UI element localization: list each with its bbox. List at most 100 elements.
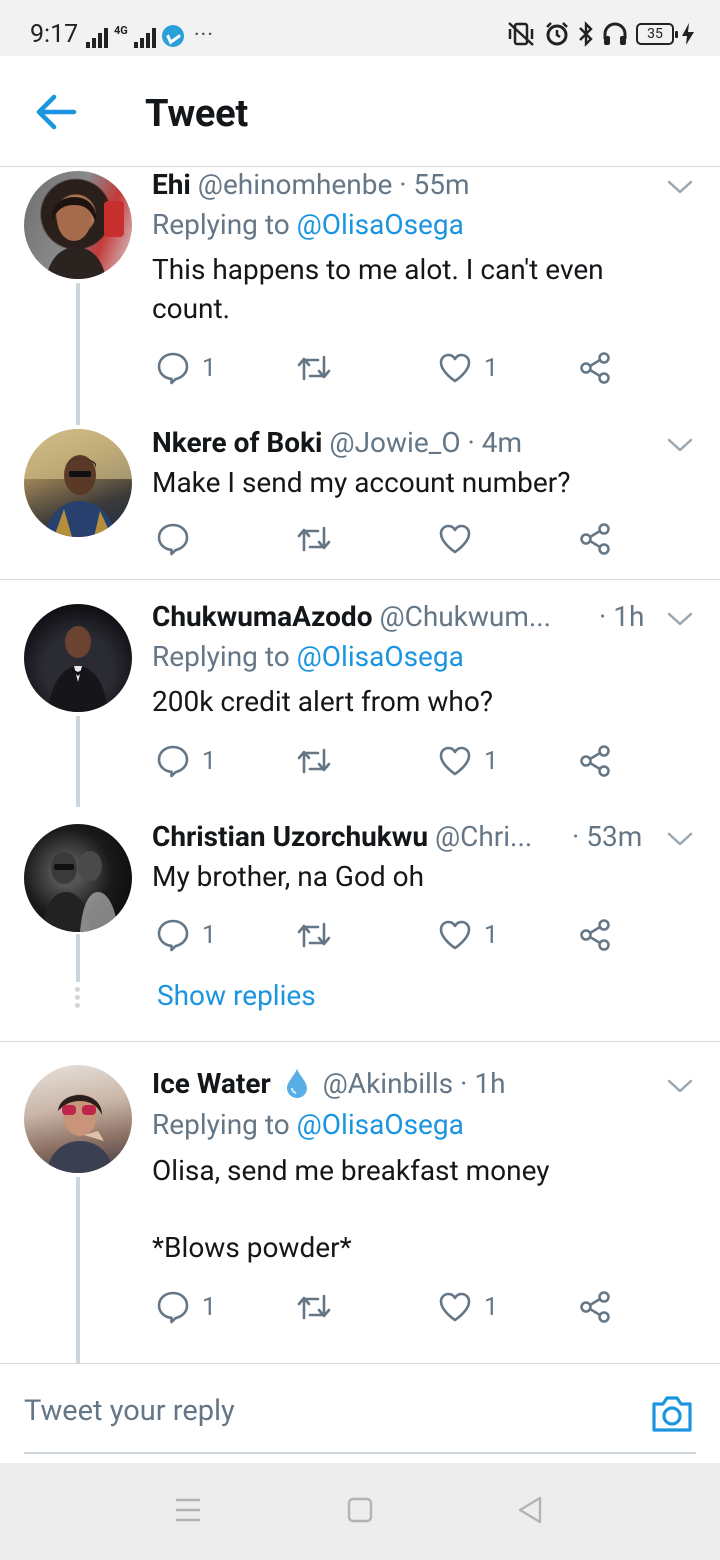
more-notifications-icon: ··· bbox=[193, 23, 215, 48]
avatar[interactable] bbox=[24, 171, 132, 279]
retweet-button[interactable] bbox=[296, 519, 332, 559]
replying-to-label: Replying to bbox=[152, 208, 297, 241]
reply-button[interactable]: 1 bbox=[156, 1287, 216, 1327]
retweet-icon bbox=[297, 526, 331, 552]
reply-composer: Tweet your reply bbox=[0, 1363, 720, 1463]
mention-link[interactable]: @OlisaOsega bbox=[297, 1108, 464, 1141]
avatar-photo bbox=[46, 196, 124, 279]
like-count: 1 bbox=[484, 353, 499, 383]
show-replies-link[interactable]: Show replies bbox=[157, 979, 316, 1012]
tweet-christian-uzorchukwu[interactable]: Christian Uzorchukwu @Chri... · 53m My b… bbox=[0, 807, 720, 1041]
replying-to: Replying to @OlisaOsega bbox=[152, 639, 464, 675]
author-handle[interactable]: @Jowie_O bbox=[329, 426, 460, 459]
battery-icon: 35 bbox=[636, 23, 678, 45]
avatar[interactable] bbox=[24, 824, 132, 932]
retweet-button[interactable] bbox=[296, 348, 332, 388]
retweet-button[interactable] bbox=[296, 741, 332, 781]
share-button[interactable] bbox=[578, 1287, 612, 1327]
chevron-down-icon[interactable] bbox=[666, 609, 694, 629]
status-time: 9:17 bbox=[30, 20, 79, 49]
like-button[interactable]: 1 bbox=[438, 741, 498, 781]
reply-button[interactable]: 1 bbox=[156, 741, 216, 781]
share-button[interactable] bbox=[578, 741, 612, 781]
chevron-down-icon[interactable] bbox=[666, 435, 694, 455]
replying-to: Replying to @OlisaOsega bbox=[152, 207, 464, 243]
author-name[interactable]: Ehi bbox=[152, 168, 191, 201]
like-count: 1 bbox=[484, 920, 499, 950]
chevron-down-icon[interactable] bbox=[666, 1076, 694, 1096]
reply-button[interactable]: 1 bbox=[156, 915, 216, 955]
chevron-down-icon[interactable] bbox=[666, 177, 694, 197]
share-icon bbox=[580, 745, 610, 777]
like-button[interactable]: 1 bbox=[438, 1287, 498, 1327]
back-arrow-icon[interactable] bbox=[34, 92, 78, 132]
back-icon[interactable] bbox=[516, 1495, 544, 1525]
tweet-text-line-1: Olisa, send me breakfast money bbox=[152, 1154, 550, 1187]
retweet-icon bbox=[297, 1294, 331, 1320]
like-button[interactable] bbox=[438, 519, 484, 559]
heart-icon bbox=[439, 746, 471, 776]
author-handle[interactable]: @ehinomhenbe bbox=[198, 168, 393, 201]
reply-button[interactable]: 1 bbox=[156, 348, 216, 388]
share-icon bbox=[580, 523, 610, 555]
system-nav-bar bbox=[0, 1463, 720, 1560]
avatar[interactable] bbox=[24, 604, 132, 712]
tweet-time: · 53m bbox=[572, 820, 643, 853]
input-underline bbox=[24, 1452, 696, 1454]
thread-line bbox=[76, 1177, 80, 1363]
reply-button[interactable] bbox=[156, 519, 202, 559]
author-name[interactable]: Ice Water bbox=[152, 1067, 271, 1100]
share-button[interactable] bbox=[578, 348, 612, 388]
retweet-button[interactable] bbox=[296, 1287, 332, 1327]
avatar[interactable] bbox=[24, 429, 132, 537]
tweet-nkere-of-boki[interactable]: Nkere of Boki @Jowie_O · 4m Make I send … bbox=[0, 425, 720, 579]
tweet-text: 200k credit alert from who? bbox=[152, 685, 494, 718]
mention-link[interactable]: @OlisaOsega bbox=[297, 208, 464, 241]
author-name[interactable]: Christian Uzorchukwu bbox=[152, 820, 428, 853]
author-handle[interactable]: @Chri... bbox=[435, 820, 532, 853]
signal-icon bbox=[86, 26, 108, 48]
tweet-actions: 1 1 bbox=[152, 915, 632, 955]
thread-line bbox=[76, 283, 80, 425]
retweet-button[interactable] bbox=[296, 915, 332, 955]
tweet-header: ChukwumaAzodo @Chukwum... bbox=[152, 599, 551, 635]
author-name[interactable]: Nkere of Boki bbox=[152, 426, 322, 459]
avatar[interactable] bbox=[24, 1065, 132, 1173]
mention-link[interactable]: @OlisaOsega bbox=[297, 640, 464, 673]
chevron-down-icon[interactable] bbox=[666, 829, 694, 849]
like-button[interactable]: 1 bbox=[438, 348, 498, 388]
camera-icon[interactable] bbox=[650, 1394, 694, 1434]
menu-icon[interactable] bbox=[174, 1495, 202, 1525]
home-icon[interactable] bbox=[347, 1495, 373, 1525]
tweet-header: Ice Water @Akinbills · 1h bbox=[152, 1066, 506, 1102]
reply-icon bbox=[157, 745, 189, 778]
telegram-icon bbox=[161, 25, 184, 47]
share-icon bbox=[580, 919, 610, 951]
author-name[interactable]: ChukwumaAzodo bbox=[152, 600, 373, 633]
status-bar: 9:17 4G ··· 35 bbox=[0, 0, 720, 56]
share-icon bbox=[580, 352, 610, 384]
tweet-ice-water[interactable]: Ice Water @Akinbills · 1h Replying to @O… bbox=[0, 1042, 720, 1363]
like-count: 1 bbox=[484, 1292, 499, 1322]
signal-icon-2 bbox=[133, 26, 156, 48]
tweet-chukwumaazodo[interactable]: ChukwumaAzodo @Chukwum... · 1h Replying … bbox=[0, 580, 720, 807]
like-count: 1 bbox=[484, 746, 499, 776]
like-button[interactable]: 1 bbox=[438, 915, 498, 955]
charging-icon bbox=[682, 23, 694, 45]
author-handle[interactable]: @Akinbills bbox=[323, 1067, 453, 1100]
author-handle[interactable]: @Chukwum... bbox=[379, 600, 551, 633]
share-button[interactable] bbox=[578, 519, 612, 559]
network-type-label: 4G bbox=[114, 24, 128, 37]
thread-more-dots bbox=[75, 987, 81, 1011]
share-button[interactable] bbox=[578, 915, 612, 955]
reply-icon bbox=[157, 352, 189, 385]
vibrate-off-icon bbox=[508, 22, 534, 46]
tweet-ehi[interactable]: Ehi @ehinomhenbe · 55m Replying to @Olis… bbox=[0, 167, 720, 425]
heart-icon bbox=[439, 1292, 471, 1322]
replies-feed[interactable]: Ehi @ehinomhenbe · 55m Replying to @Olis… bbox=[0, 167, 720, 1363]
avatar-photo bbox=[42, 851, 118, 932]
page-title: Tweet bbox=[145, 92, 248, 136]
reply-icon bbox=[157, 523, 189, 556]
top-bar: Tweet bbox=[0, 56, 720, 167]
reply-input[interactable]: Tweet your reply bbox=[24, 1394, 235, 1428]
